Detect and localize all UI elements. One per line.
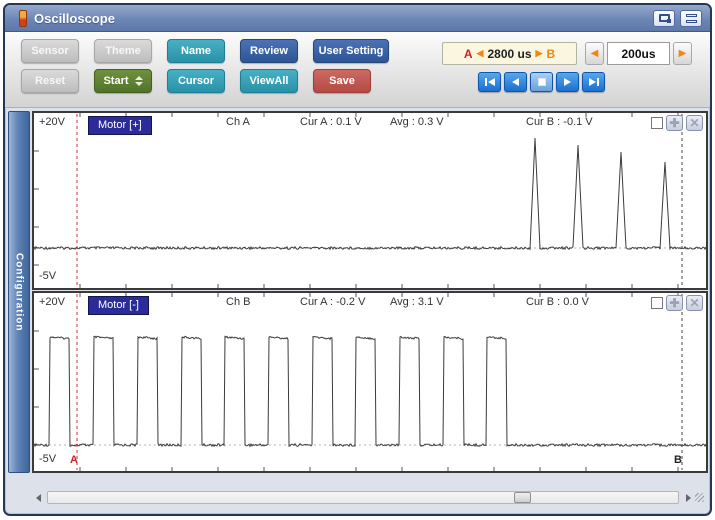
- title-bar[interactable]: Oscilloscope: [5, 5, 710, 32]
- skip-to-start-button[interactable]: [478, 72, 501, 92]
- ch-b-average-readout: Avg : 3.1 V: [390, 296, 444, 308]
- stop-button[interactable]: [530, 72, 553, 92]
- split-layout-icon: [686, 14, 697, 23]
- scroll-right-button[interactable]: [683, 492, 693, 504]
- toolbar: Sensor Theme Name Review User Setting Re…: [5, 32, 710, 108]
- name-button[interactable]: Name: [167, 39, 225, 63]
- waveform-trace: [34, 336, 706, 446]
- save-button[interactable]: Save: [313, 69, 371, 93]
- user-setting-button[interactable]: User Setting: [313, 39, 389, 63]
- waveform-plot-ch-a[interactable]: [34, 113, 706, 288]
- window-title: Oscilloscope: [34, 11, 115, 26]
- ch-b-source-badge[interactable]: Motor [-]: [88, 296, 149, 315]
- timebase-value[interactable]: 200us: [607, 42, 670, 65]
- start-spinner-icon[interactable]: [135, 76, 143, 86]
- play-icon: [564, 78, 571, 86]
- range-value: 2800 us: [487, 47, 531, 61]
- scroll-left-icon: [36, 494, 41, 502]
- ch-b-channel-label: Ch B: [226, 296, 250, 308]
- range-marker-b-label: B: [546, 47, 555, 61]
- start-button[interactable]: Start: [94, 69, 152, 93]
- ch-a-close-button[interactable]: ✕: [686, 115, 703, 131]
- ch-b-close-button[interactable]: ✕: [686, 295, 703, 311]
- skip-to-start-icon: [488, 78, 495, 86]
- capture-window-icon: [659, 14, 670, 22]
- timebase-decrease-button[interactable]: ◀: [585, 42, 604, 65]
- ch-a-top-voltage-label: +20V: [39, 116, 65, 128]
- review-button[interactable]: Review: [240, 39, 298, 63]
- waveform-trace: [34, 138, 706, 249]
- scope-panel-ch-b: +20V Motor [-] Ch B Cur A : -0.2 V Avg :…: [32, 291, 708, 473]
- range-arrow-right-icon: ▶: [536, 48, 543, 59]
- scroll-right-icon: [686, 494, 691, 502]
- cursor-button[interactable]: Cursor: [167, 69, 225, 93]
- scrollbar-track[interactable]: [47, 491, 679, 504]
- step-back-icon: [512, 78, 519, 86]
- capture-window-button[interactable]: [653, 10, 675, 27]
- range-arrow-left-icon: ◀: [477, 48, 484, 59]
- waveform-plot-ch-b[interactable]: [34, 293, 706, 471]
- ch-b-zoom-plus-button[interactable]: ✚: [666, 295, 683, 311]
- reset-button[interactable]: Reset: [21, 69, 79, 93]
- theme-button[interactable]: Theme: [94, 39, 152, 63]
- start-button-label: Start: [103, 75, 128, 87]
- ch-a-visible-checkbox[interactable]: [651, 117, 663, 129]
- ch-a-zoom-plus-button[interactable]: ✚: [666, 115, 683, 131]
- sensor-button[interactable]: Sensor: [21, 39, 79, 63]
- skip-to-end-button[interactable]: [582, 72, 605, 92]
- play-button[interactable]: [556, 72, 579, 92]
- configuration-sidebar-tab[interactable]: Configuration: [8, 111, 30, 473]
- cursor-range-display[interactable]: A ◀ 2800 us ▶ B: [442, 42, 577, 65]
- step-back-button[interactable]: [504, 72, 527, 92]
- ch-a-cursor-a-readout: Cur A : 0.1 V: [300, 116, 362, 128]
- viewall-button[interactable]: ViewAll: [240, 69, 298, 93]
- ch-a-source-badge[interactable]: Motor [+]: [88, 116, 152, 135]
- configuration-label: Configuration: [14, 253, 25, 332]
- transport-controls: [478, 72, 605, 92]
- skip-to-end-icon: [589, 78, 596, 86]
- ch-b-top-voltage-label: +20V: [39, 296, 65, 308]
- scope-area: Configuration +20V Motor [+] Ch A Cur A …: [5, 109, 710, 485]
- ch-a-cursor-b-readout: Cur B : -0.1 V: [526, 116, 593, 128]
- timebase-increase-button[interactable]: ▶: [673, 42, 692, 65]
- stop-icon: [538, 78, 546, 86]
- ch-b-bottom-voltage-label: -5V: [39, 453, 56, 465]
- ch-a-average-readout: Avg : 0.3 V: [390, 116, 444, 128]
- ch-b-visible-checkbox[interactable]: [651, 297, 663, 309]
- scope-panel-ch-a: +20V Motor [+] Ch A Cur A : 0.1 V Avg : …: [32, 111, 708, 290]
- step-left-icon: ◀: [591, 48, 599, 59]
- scroll-left-button[interactable]: [33, 492, 43, 504]
- split-layout-button[interactable]: [680, 10, 702, 27]
- step-right-icon: ▶: [679, 48, 687, 59]
- ch-a-channel-label: Ch A: [226, 116, 250, 128]
- range-marker-a-label: A: [464, 47, 473, 61]
- oscilloscope-window: Oscilloscope Sensor Theme Name Review Us…: [3, 3, 712, 516]
- cursor-a-marker-label[interactable]: A: [70, 454, 78, 466]
- ch-a-bottom-voltage-label: -5V: [39, 270, 56, 282]
- horizontal-scrollbar[interactable]: [33, 489, 704, 506]
- scrollbar-thumb[interactable]: [514, 492, 531, 503]
- ch-b-cursor-b-readout: Cur B : 0.0 V: [526, 296, 589, 308]
- resize-grip-icon[interactable]: [695, 493, 704, 502]
- signal-meter-icon: [19, 10, 27, 27]
- cursor-b-marker-label[interactable]: B: [674, 454, 682, 466]
- ch-b-cursor-a-readout: Cur A : -0.2 V: [300, 296, 365, 308]
